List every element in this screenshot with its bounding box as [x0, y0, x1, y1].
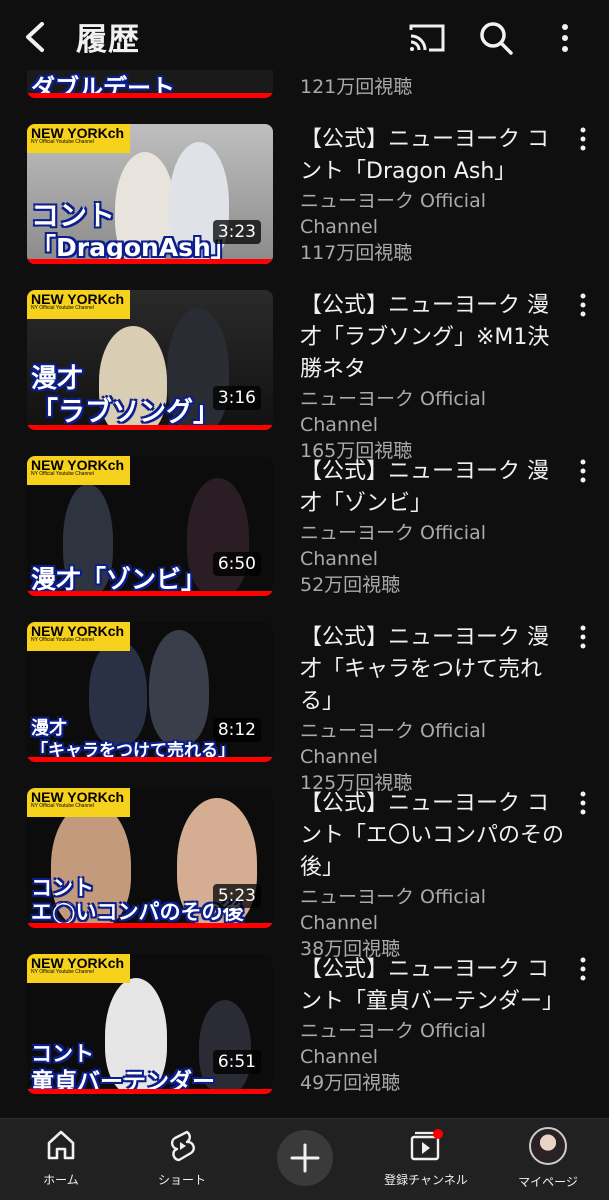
view-count: 117万回視聴 — [300, 242, 413, 264]
watch-progress-bar — [27, 425, 273, 430]
channel-brand-logo: NEW YORKch NY Official Youtube Channel — [27, 622, 131, 651]
watch-progress-bar — [27, 923, 273, 928]
watch-progress-bar — [27, 259, 273, 264]
view-count: 49万回視聴 — [300, 1072, 401, 1094]
duration-badge: 5:23 — [212, 884, 261, 908]
video-title[interactable]: 【公式】ニューヨーク コント「エ〇いコンパのその後」 — [300, 788, 565, 884]
page-title: 履歴 — [76, 22, 140, 58]
subscriptions-icon — [410, 1129, 443, 1161]
channel-brand-logo: NEW YORKch NY Official Youtube Channel — [27, 954, 131, 983]
nav-subscriptions-label: 登録チャンネル — [384, 1173, 468, 1187]
history-item[interactable]: NEW YORKch NY Official Youtube Channel 漫才… — [0, 622, 609, 794]
watch-progress-bar — [27, 93, 273, 98]
shorts-icon — [170, 1130, 195, 1162]
channel-brand-logo: NEW YORKch NY Official Youtube Channel — [27, 788, 131, 817]
create-button[interactable] — [277, 1130, 333, 1186]
channel-name: ニューヨーク Official Channel — [300, 522, 487, 570]
video-title[interactable]: 【公式】ニューヨーク コント「Dragon Ash」 — [300, 124, 565, 188]
nav-mypage-label: マイページ — [518, 1175, 578, 1189]
more-vert-icon[interactable] — [573, 624, 593, 650]
watch-progress-bar — [27, 1089, 273, 1094]
video-title[interactable]: 【公式】ニューヨーク コント「童貞バーテンダー」 — [300, 954, 565, 1018]
duration-badge: 8:12 — [212, 718, 261, 742]
duration-badge: 6:50 — [212, 552, 261, 576]
duration-badge: 6:51 — [212, 1050, 261, 1074]
nav-mypage[interactable]: マイページ — [493, 1127, 603, 1190]
video-thumbnail[interactable]: NEW YORKch NY Official Youtube Channel コン… — [27, 954, 273, 1094]
video-thumbnail[interactable]: NEW YORKch NY Official Youtube Channel 漫才… — [27, 622, 273, 762]
channel-name: ニューヨーク Official Channel — [300, 886, 487, 934]
watch-progress-bar — [27, 591, 273, 596]
more-vert-icon[interactable] — [573, 458, 593, 484]
channel-brand-logo: NEW YORKch NY Official Youtube Channel — [27, 456, 131, 485]
history-item[interactable]: NEW YORKch NY Official Youtube Channel 漫才… — [0, 290, 609, 462]
history-item[interactable]: NEW YORKch NY Official Youtube Channel コン… — [0, 954, 609, 1094]
view-count: 52万回視聴 — [300, 574, 401, 596]
thumbnail-caption: 「ラブソング」 — [31, 397, 220, 428]
nav-home-label: ホーム — [43, 1173, 79, 1187]
video-thumbnail[interactable]: NEW YORKch NY Official Youtube Channel コン… — [27, 124, 273, 264]
channel-brand-logo: NEW YORKch NY Official Youtube Channel — [27, 290, 131, 319]
channel-name: ニューヨーク Official Channel — [300, 190, 487, 238]
duration-badge: 3:16 — [212, 386, 261, 410]
more-vert-icon[interactable] — [573, 126, 593, 152]
nav-shorts[interactable]: ショート — [127, 1127, 237, 1188]
avatar — [529, 1127, 567, 1165]
more-vert-icon[interactable] — [545, 18, 585, 58]
thumbnail-caption: エ◯いコンパのその後 — [31, 900, 244, 924]
video-title[interactable]: 【公式】ニューヨーク 漫才「ラブソング」※M1決勝ネタ — [300, 290, 565, 386]
video-title[interactable]: 【公式】ニューヨーク 漫才「キャラをつけて売れる」 — [300, 622, 565, 718]
top-app-bar: 履歴 — [0, 0, 609, 70]
channel-name: ニューヨーク Official Channel — [300, 1020, 487, 1068]
video-thumbnail[interactable]: NEW YORKch NY Official Youtube Channel 漫才… — [27, 290, 273, 430]
search-icon[interactable] — [476, 18, 516, 58]
history-item[interactable]: NEW YORKch NY Official Youtube Channel コン… — [0, 788, 609, 960]
channel-name: ニューヨーク Official Channel — [300, 388, 487, 436]
video-thumbnail[interactable]: NEW YORKch NY Official Youtube Channel 漫才… — [27, 456, 273, 596]
channel-name: ニューヨーク Official Channel — [300, 720, 487, 768]
watch-progress-bar — [27, 757, 273, 762]
duration-badge: 3:23 — [212, 220, 261, 244]
more-vert-icon[interactable] — [573, 292, 593, 318]
nav-subscriptions[interactable]: 登録チャンネル — [371, 1127, 481, 1188]
more-vert-icon[interactable] — [573, 790, 593, 816]
back-arrow-icon[interactable] — [20, 20, 52, 54]
history-item[interactable]: NEW YORKch NY Official Youtube Channel 漫才… — [0, 456, 609, 596]
nav-shorts-label: ショート — [157, 1173, 206, 1187]
nav-home[interactable]: ホーム — [6, 1127, 116, 1188]
video-thumbnail[interactable]: NEW YORKch NY Official Youtube Channel コン… — [27, 788, 273, 928]
home-icon — [47, 1130, 75, 1160]
cast-icon[interactable] — [407, 18, 447, 58]
view-count: 121万回視聴 — [300, 76, 413, 98]
channel-brand-logo: NEW YORKch NY Official Youtube Channel — [27, 124, 131, 153]
video-title[interactable]: 【公式】ニューヨーク 漫才「ゾンビ」 — [300, 456, 565, 520]
bottom-navigation: ホーム ショート 登録チャンネル マイページ — [0, 1118, 609, 1200]
more-vert-icon[interactable] — [573, 956, 593, 982]
plus-icon — [290, 1143, 320, 1173]
history-item[interactable]: NEW YORKch NY Official Youtube Channel コン… — [0, 124, 609, 264]
